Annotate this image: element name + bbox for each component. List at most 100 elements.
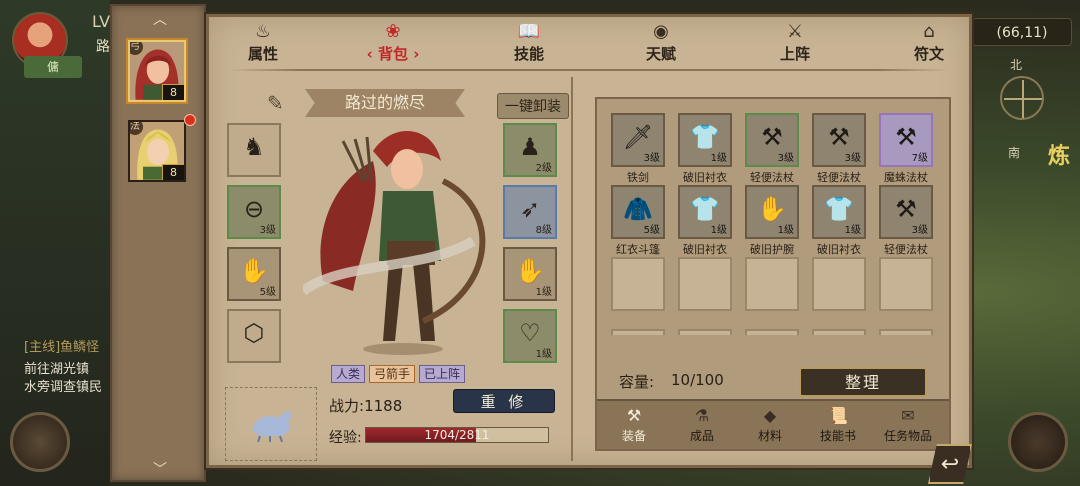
item-level: 1级 bbox=[844, 225, 861, 236]
scroll-up-icon[interactable]: ︿ bbox=[148, 12, 172, 28]
tab-skill-books[interactable]: 📜 技能书 bbox=[807, 405, 869, 447]
tab-label: 属性 bbox=[247, 45, 278, 63]
forge-building-label[interactable]: 炼 bbox=[1048, 138, 1070, 170]
inventory-empty-slot[interactable] bbox=[611, 329, 665, 335]
hero-card-archer[interactable]: 弓 8 bbox=[128, 40, 186, 102]
tab-materials[interactable]: ◆ 材料 bbox=[739, 405, 801, 447]
item-level: 1级 bbox=[535, 287, 552, 298]
item-level: 2级 bbox=[535, 163, 552, 174]
quest-line-2: 水旁调查镇民 bbox=[24, 380, 103, 395]
item-icon: 🧥 bbox=[623, 195, 653, 223]
quest-line-1: 前往湖光镇 bbox=[24, 362, 90, 377]
scroll-down-icon[interactable]: ﹀ bbox=[148, 462, 172, 478]
bracer-slot[interactable]: ✋ 1级 bbox=[503, 247, 557, 301]
helmet-icon: ♞ bbox=[243, 133, 265, 161]
item-level: 3级 bbox=[844, 153, 861, 164]
ring-icon: ⬡ bbox=[243, 319, 265, 347]
hero-card-elf[interactable]: 法 8 bbox=[128, 120, 186, 182]
capacity-label: 容量: bbox=[619, 373, 655, 391]
ring-slot[interactable]: ⬡ bbox=[227, 309, 281, 363]
inventory-item[interactable]: 👕 1级 bbox=[678, 185, 732, 239]
inventory-empty-slot[interactable] bbox=[745, 257, 799, 311]
compass-south-label: 南 bbox=[1008, 146, 1021, 160]
item-name: 破旧衬衣 bbox=[817, 243, 861, 256]
world-action-button-right[interactable] bbox=[1008, 412, 1068, 472]
inventory-item[interactable]: ⚒ 3级 bbox=[879, 185, 933, 239]
tab-label: 天赋 bbox=[645, 45, 676, 63]
map-coordinates: (66,11) bbox=[972, 18, 1072, 46]
rebuild-button[interactable]: 重 修 bbox=[453, 389, 555, 413]
inventory-empty-slot[interactable] bbox=[611, 257, 665, 311]
inventory-empty-slot[interactable] bbox=[812, 257, 866, 311]
item-name: 破旧衬衣 bbox=[683, 243, 727, 256]
sort-button[interactable]: 整理 bbox=[799, 367, 927, 397]
tab-skills[interactable]: 📖 技能 bbox=[489, 21, 569, 65]
weapon-slot[interactable]: ➶ 8级 bbox=[503, 185, 557, 239]
item-icon: ⚒ bbox=[895, 195, 917, 223]
rename-quill-icon[interactable]: ✎ bbox=[267, 91, 291, 115]
unequip-all-button[interactable]: 一键卸装 bbox=[497, 93, 569, 119]
item-icon: 👕 bbox=[690, 123, 720, 151]
player-level-label: LV bbox=[92, 12, 111, 31]
inventory-empty-slot[interactable] bbox=[678, 257, 732, 311]
tab-equipment[interactable]: ⚒ 装备 bbox=[603, 405, 665, 447]
tab-products[interactable]: ⚗ 成品 bbox=[671, 405, 733, 447]
quest-title[interactable]: [主线]鱼鳞怪 bbox=[24, 336, 99, 355]
tab-label: 背包 bbox=[353, 43, 433, 64]
hero-selection-strip: ︿ 弓 8 法 8 ﹀ bbox=[110, 4, 206, 482]
inventory-item[interactable]: 👕 1级 bbox=[812, 185, 866, 239]
world-side-button[interactable]: 傭 bbox=[24, 56, 82, 78]
anvil-icon: ⚒ bbox=[626, 406, 642, 425]
character-name: 路过的燃尽 bbox=[305, 89, 465, 117]
inventory-empty-slot[interactable] bbox=[879, 257, 933, 311]
item-name: 红衣斗篷 bbox=[616, 243, 660, 256]
race-tag: 人类 bbox=[331, 365, 366, 383]
necklace-slot[interactable]: ♡ 1级 bbox=[503, 309, 557, 363]
scroll-icon: 📜 bbox=[828, 406, 848, 425]
pet-slot[interactable] bbox=[225, 387, 317, 461]
item-icon: ⚒ bbox=[828, 123, 850, 151]
tab-deploy[interactable]: ⚔ 上阵 bbox=[755, 21, 835, 65]
tab-label: 装备 bbox=[621, 429, 646, 443]
tab-label: 成品 bbox=[689, 429, 714, 443]
inventory-item[interactable]: ⚒ 3级 bbox=[745, 113, 799, 167]
item-level: 3级 bbox=[911, 225, 928, 236]
world-action-button-left[interactable] bbox=[10, 412, 70, 472]
item-level: 1级 bbox=[777, 225, 794, 236]
inventory-item[interactable]: ⚒ 3级 bbox=[812, 113, 866, 167]
flame-icon: ♨ bbox=[254, 21, 272, 42]
item-level: 8级 bbox=[535, 225, 552, 236]
inventory-item[interactable]: 🧥 5级 bbox=[611, 185, 665, 239]
material-icon: ◆ bbox=[763, 406, 777, 425]
belt-slot[interactable]: ⊖ 3级 bbox=[227, 185, 281, 239]
item-name: 轻便法杖 bbox=[817, 171, 861, 184]
inventory-item[interactable]: ⚒ 7级 bbox=[879, 113, 933, 167]
tab-label: 技能书 bbox=[819, 429, 856, 443]
tab-backpack[interactable]: ❀ 背包 bbox=[353, 21, 433, 65]
inventory-item[interactable]: 🗡 3级 bbox=[611, 113, 665, 167]
tab-runes[interactable]: ⌂ 符文 bbox=[889, 21, 969, 65]
tab-attributes[interactable]: ♨ 属性 bbox=[223, 21, 303, 65]
item-name: 轻便法杖 bbox=[750, 171, 794, 184]
crossed-swords-icon: ⚔ bbox=[786, 21, 804, 42]
inventory-item[interactable]: 👕 1级 bbox=[678, 113, 732, 167]
helmet-slot[interactable]: ♞ bbox=[227, 123, 281, 177]
inventory-empty-slot[interactable] bbox=[745, 329, 799, 335]
inventory-empty-slot[interactable] bbox=[678, 329, 732, 335]
capacity-value: 10/100 bbox=[671, 371, 724, 389]
hero-level: 8 bbox=[162, 164, 184, 180]
inventory-empty-slot[interactable] bbox=[879, 329, 933, 335]
armor-slot[interactable]: ♟ 2级 bbox=[503, 123, 557, 177]
boots-icon: ✋ bbox=[239, 257, 269, 285]
tab-talent[interactable]: ◉ 天赋 bbox=[621, 21, 701, 65]
item-name: 铁剑 bbox=[627, 171, 649, 184]
boots-slot[interactable]: ✋ 5级 bbox=[227, 247, 281, 301]
tab-label: 符文 bbox=[913, 45, 944, 63]
inventory-empty-slot[interactable] bbox=[812, 329, 866, 335]
tab-quest-items[interactable]: ✉ 任务物品 bbox=[877, 405, 939, 447]
inventory-item[interactable]: ✋ 1级 bbox=[745, 185, 799, 239]
necklace-icon: ♡ bbox=[519, 319, 541, 347]
power-value: 1188 bbox=[364, 397, 403, 415]
notification-dot bbox=[184, 114, 196, 126]
tab-divider bbox=[229, 69, 949, 71]
